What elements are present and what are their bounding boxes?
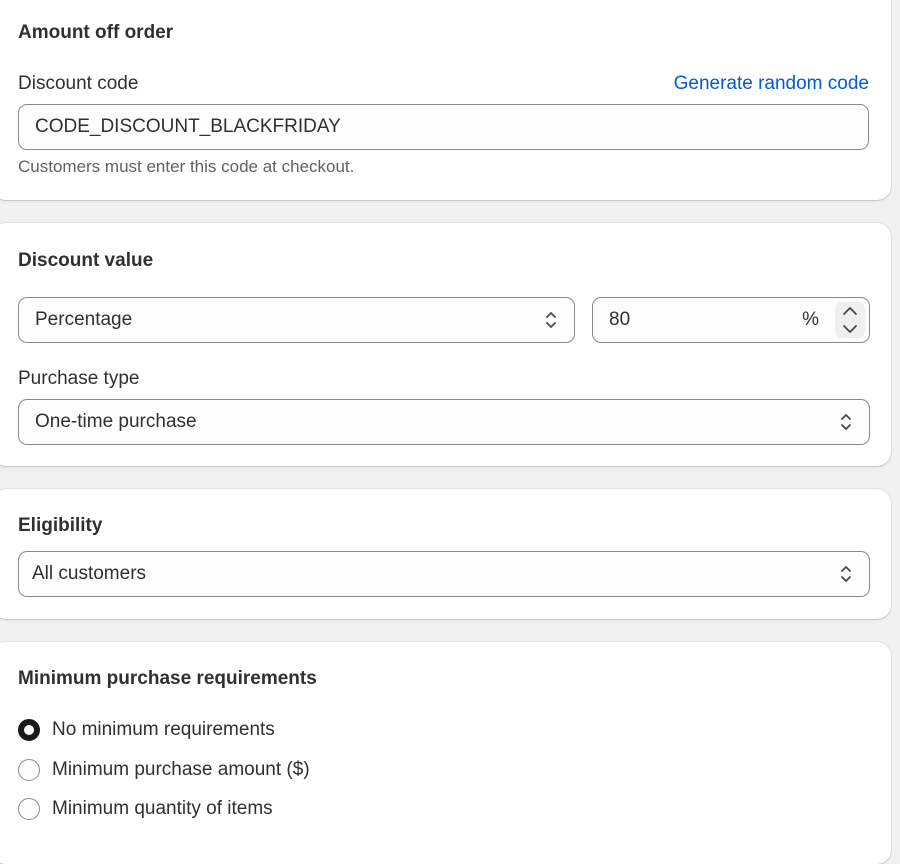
minimum-requirements-card: Minimum purchase requirements No minimum… — [0, 642, 891, 864]
discount-code-label: Discount code — [18, 73, 139, 94]
radio-button[interactable] — [18, 759, 40, 781]
purchase-type-label: Purchase type — [18, 368, 140, 389]
chevron-up-down-icon — [546, 312, 556, 328]
radio-button[interactable] — [18, 719, 40, 741]
eligibility-select[interactable]: All customers — [18, 551, 870, 597]
eligibility-value: All customers — [32, 563, 147, 584]
card-title-eligibility: Eligibility — [18, 515, 103, 536]
card-title-minimum: Minimum purchase requirements — [18, 668, 317, 689]
discount-type-select[interactable]: Percentage — [18, 297, 575, 343]
amount-off-card: Amount off order Discount code Generate … — [0, 0, 891, 200]
radio-no-minimum[interactable]: No minimum requirements — [18, 717, 275, 743]
discount-type-value: Percentage — [35, 309, 133, 330]
discount-code-help-text: Customers must enter this code at checko… — [18, 157, 355, 176]
radio-minimum-quantity[interactable]: Minimum quantity of items — [18, 796, 273, 822]
discount-amount-value: 80 — [609, 309, 631, 330]
stepper-chevrons-icon — [843, 307, 857, 333]
radio-label: Minimum quantity of items — [52, 798, 273, 819]
eligibility-card: Eligibility All customers — [0, 489, 891, 619]
discount-value-card: Discount value Percentage 80 % Purchase … — [0, 223, 891, 466]
radio-button[interactable] — [18, 798, 40, 820]
percent-suffix: % — [802, 309, 819, 330]
chevron-up-down-icon — [841, 414, 851, 430]
chevron-up-down-icon — [841, 566, 851, 582]
discount-amount-input[interactable]: 80 % — [592, 297, 870, 343]
generate-random-code-link[interactable]: Generate random code — [674, 73, 869, 95]
radio-minimum-amount[interactable]: Minimum purchase amount ($) — [18, 757, 310, 783]
purchase-type-select[interactable]: One-time purchase — [18, 399, 870, 445]
radio-label: Minimum purchase amount ($) — [52, 759, 310, 780]
stepper-up-down-icon[interactable] — [835, 302, 865, 338]
discount-code-input[interactable]: CODE_DISCOUNT_BLACKFRIDAY — [18, 104, 869, 150]
radio-label: No minimum requirements — [52, 719, 275, 740]
card-title-discount-value: Discount value — [18, 250, 154, 271]
discount-code-value: CODE_DISCOUNT_BLACKFRIDAY — [35, 116, 341, 137]
card-title-amount-off: Amount off order — [18, 22, 174, 43]
purchase-type-value: One-time purchase — [35, 411, 197, 432]
